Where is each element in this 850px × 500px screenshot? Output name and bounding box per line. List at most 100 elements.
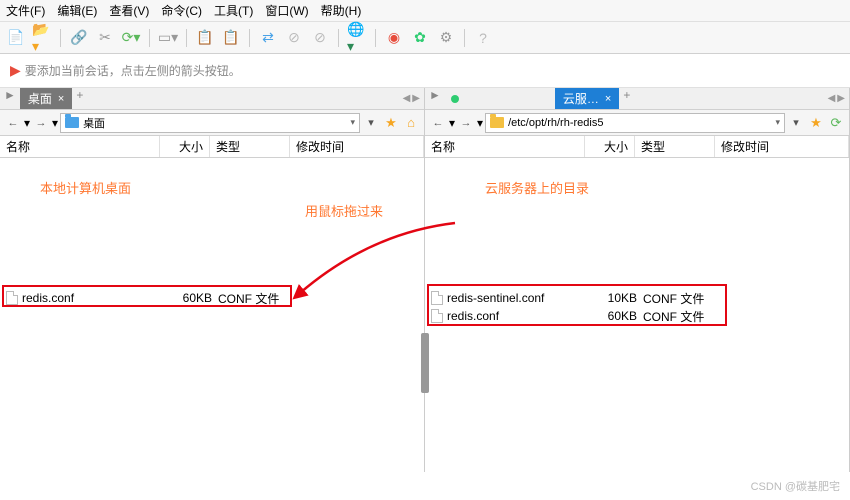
globe-icon[interactable]: 🌐▾: [347, 28, 367, 48]
menu-bar: 文件(F) 编辑(E) 查看(V) 命令(C) 工具(T) 窗口(W) 帮助(H…: [0, 0, 850, 22]
go-icon[interactable]: ▾: [787, 114, 805, 132]
separator: [464, 29, 465, 47]
left-add-arrow-icon[interactable]: ►: [0, 88, 20, 109]
left-columns: 名称 大小 类型 修改时间: [0, 136, 424, 158]
watermark: CSDN @碳基肥宅: [751, 478, 840, 494]
chevron-down-icon[interactable]: ▾: [350, 117, 355, 128]
new-session-icon[interactable]: 📄: [6, 28, 26, 48]
file-icon: [431, 309, 443, 323]
forward-icon[interactable]: →: [457, 114, 475, 132]
copy-icon[interactable]: 📋: [195, 28, 215, 48]
connect-icon[interactable]: 🔗: [69, 28, 89, 48]
left-pane: ► 桌面 × + ◀ ▶ ←▾ →▾ 桌面 ▾ ▾ ★ ⌂ 名称: [0, 88, 425, 472]
app2-icon[interactable]: ✿: [410, 28, 430, 48]
tab-next-icon[interactable]: ▶: [837, 93, 845, 104]
separator: [338, 29, 339, 47]
menu-tools[interactable]: 工具(T): [214, 2, 253, 19]
flag-icon: ▶: [10, 62, 21, 79]
menu-edit[interactable]: 编辑(E): [57, 2, 97, 19]
close-icon[interactable]: ×: [605, 93, 611, 105]
right-pane: ► 云服… × + ◀ ▶ ← ▾ → ▾ /etc/opt/rh/rh-redis…: [425, 88, 850, 472]
file-row[interactable]: redis.conf 60KB CONF 文件: [0, 288, 424, 308]
col-type[interactable]: 类型: [635, 136, 715, 157]
col-type[interactable]: 类型: [210, 136, 290, 157]
menu-file[interactable]: 文件(F): [6, 2, 45, 19]
go-icon[interactable]: ▾: [362, 114, 380, 132]
right-add-arrow-icon[interactable]: ►: [425, 88, 445, 109]
cancel-icon[interactable]: ⊘: [284, 28, 304, 48]
disconnect-icon[interactable]: ✂: [95, 28, 115, 48]
left-annotation: 本地计算机桌面: [40, 178, 131, 197]
file-type: CONF 文件: [212, 290, 292, 307]
right-add-tab-icon[interactable]: +: [619, 88, 634, 109]
right-tabbar: ► 云服… × + ◀ ▶: [425, 88, 849, 110]
right-path-input[interactable]: /etc/opt/rh/rh-redis5 ▾: [485, 113, 785, 133]
transfer-icon[interactable]: ⇄: [258, 28, 278, 48]
sync-icon[interactable]: ⟳▾: [121, 28, 141, 48]
paste-icon[interactable]: 📋: [221, 28, 241, 48]
tab-label: 云服…: [563, 90, 599, 107]
right-path-text: /etc/opt/rh/rh-redis5: [508, 117, 771, 129]
terminal-icon[interactable]: ▭▾: [158, 28, 178, 48]
splitter-handle[interactable]: [421, 333, 429, 393]
tab-next-icon[interactable]: ▶: [412, 93, 420, 104]
panes: ► 桌面 × + ◀ ▶ ← ▾ → ▾ 桌面 ▾ ▾ ★ ⌂ 名称: [0, 88, 850, 472]
chevron-down-icon[interactable]: ▾: [775, 117, 780, 128]
col-date[interactable]: 修改时间: [715, 136, 849, 157]
right-navbar: ←▾ →▾ /etc/opt/rh/rh-redis5 ▾ ▾ ★ ⟳: [425, 110, 849, 136]
separator: [149, 29, 150, 47]
file-type: CONF 文件: [637, 290, 717, 307]
file-name: redis-sentinel.conf: [447, 291, 587, 305]
separator: [186, 29, 187, 47]
menu-command[interactable]: 命令(C): [161, 2, 202, 19]
toolbar: 📄 📂▾ 🔗 ✂ ⟳▾ ▭▾ 📋 📋 ⇄ ⊘ ⊘ 🌐▾ ◉ ✿ ⚙ ?: [0, 22, 850, 54]
refresh-icon[interactable]: ⟳: [827, 114, 845, 132]
menu-window[interactable]: 窗口(W): [265, 2, 308, 19]
menu-help[interactable]: 帮助(H): [321, 2, 362, 19]
app1-icon[interactable]: ◉: [384, 28, 404, 48]
col-name[interactable]: 名称: [0, 136, 160, 157]
file-size: 10KB: [587, 291, 637, 305]
left-filelist: 本地计算机桌面 redis.conf 60KB CONF 文件: [0, 158, 424, 472]
open-folder-icon[interactable]: 📂▾: [32, 28, 52, 48]
forward-icon[interactable]: →: [32, 114, 50, 132]
cancel-all-icon[interactable]: ⊘: [310, 28, 330, 48]
back-icon[interactable]: ←: [429, 114, 447, 132]
separator: [60, 29, 61, 47]
tab-prev-icon[interactable]: ◀: [403, 93, 411, 104]
left-tabbar: ► 桌面 × + ◀ ▶: [0, 88, 424, 110]
right-columns: 名称 大小 类型 修改时间: [425, 136, 849, 158]
close-icon[interactable]: ×: [58, 93, 64, 105]
bookmark-icon[interactable]: ★: [807, 114, 825, 132]
right-tab-server[interactable]: 云服… ×: [555, 88, 619, 109]
left-tab-desktop[interactable]: 桌面 ×: [20, 88, 72, 109]
file-icon: [6, 291, 18, 305]
col-size[interactable]: 大小: [585, 136, 635, 157]
menu-view[interactable]: 查看(V): [109, 2, 149, 19]
file-name: redis.conf: [447, 309, 587, 323]
help-icon[interactable]: ?: [473, 28, 493, 48]
col-date[interactable]: 修改时间: [290, 136, 424, 157]
left-path-text: 桌面: [83, 115, 346, 131]
folder-icon: [490, 117, 504, 128]
back-icon[interactable]: ←: [4, 114, 22, 132]
col-size[interactable]: 大小: [160, 136, 210, 157]
tab-prev-icon[interactable]: ◀: [828, 93, 836, 104]
settings-icon[interactable]: ⚙: [436, 28, 456, 48]
file-size: 60KB: [162, 291, 212, 305]
file-size: 60KB: [587, 309, 637, 323]
separator: [249, 29, 250, 47]
left-path-input[interactable]: 桌面 ▾: [60, 113, 360, 133]
file-row[interactable]: redis.conf 60KB CONF 文件: [425, 306, 849, 326]
separator: [375, 29, 376, 47]
col-name[interactable]: 名称: [425, 136, 585, 157]
hint-text: 要添加当前会话，点击左侧的箭头按钮。: [25, 62, 241, 79]
file-icon: [431, 291, 443, 305]
home-icon[interactable]: ⌂: [402, 114, 420, 132]
file-type: CONF 文件: [637, 308, 717, 325]
folder-icon: [65, 117, 79, 128]
left-add-tab-icon[interactable]: +: [72, 88, 87, 109]
hint-bar: ▶ 要添加当前会话，点击左侧的箭头按钮。: [0, 54, 850, 88]
bookmark-icon[interactable]: ★: [382, 114, 400, 132]
file-row[interactable]: redis-sentinel.conf 10KB CONF 文件: [425, 288, 849, 308]
